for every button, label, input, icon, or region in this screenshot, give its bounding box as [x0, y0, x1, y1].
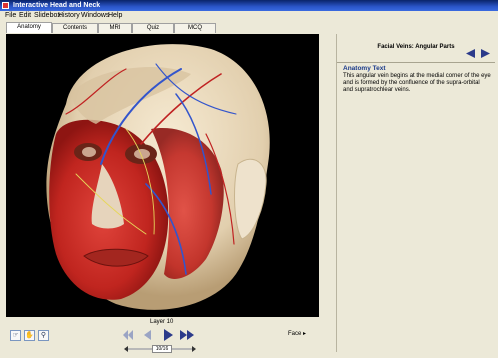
slider-left-icon[interactable] — [124, 346, 129, 352]
title-bar: Interactive Head and Neck — [0, 0, 498, 11]
tab-anatomy[interactable]: Anatomy — [6, 22, 52, 33]
prev-icon[interactable] — [144, 330, 151, 340]
layer-slider[interactable]: 10/16 — [124, 345, 196, 353]
head-model-image — [46, 44, 270, 310]
slider-thumb[interactable]: 10/16 — [152, 345, 172, 353]
play-icon[interactable] — [164, 329, 173, 341]
info-panel: Facial Veins: Angular Parts Anatomy Text… — [336, 34, 495, 352]
first-icon[interactable] — [123, 330, 133, 340]
panel-body-text: This angular vein begins at the medial c… — [343, 73, 491, 93]
prev-arrow-icon[interactable] — [466, 49, 475, 58]
tab-mri[interactable]: MRI — [98, 23, 132, 33]
zoom-icon[interactable]: ⚲ — [38, 330, 49, 341]
pan-hand-icon[interactable]: ✋ — [24, 330, 35, 341]
menu-bar: File Edit Slidebox History Windows Help — [0, 11, 498, 21]
panel-subtitle: Anatomy Text — [343, 65, 386, 72]
panel-nav — [466, 49, 490, 58]
menu-history[interactable]: History — [58, 11, 80, 21]
tab-quiz[interactable]: Quiz — [132, 23, 174, 33]
menu-edit[interactable]: Edit — [19, 11, 31, 21]
tab-contents[interactable]: Contents — [52, 23, 98, 33]
playback-controls — [123, 329, 194, 341]
tab-bar: Anatomy Contents MRI Quiz MCQ — [0, 21, 498, 33]
menu-windows[interactable]: Windows — [81, 11, 109, 21]
tab-mcq[interactable]: MCQ — [174, 23, 216, 33]
face-view-link[interactable]: Face ▸ — [288, 330, 306, 337]
layer-label: Layer 10 — [150, 319, 174, 325]
menu-file[interactable]: File — [5, 11, 16, 21]
rotate-hand-icon[interactable]: ☞ — [10, 330, 21, 341]
next-icon[interactable] — [180, 330, 194, 340]
next-arrow-icon[interactable] — [481, 49, 490, 58]
model-viewer[interactable] — [6, 34, 319, 317]
app-icon — [2, 2, 9, 9]
window-title: Interactive Head and Neck — [13, 2, 101, 9]
panel-divider — [337, 62, 495, 63]
menu-help[interactable]: Help — [108, 11, 122, 21]
menu-slidebox[interactable]: Slidebox — [34, 11, 61, 21]
slider-right-icon[interactable] — [191, 346, 196, 352]
